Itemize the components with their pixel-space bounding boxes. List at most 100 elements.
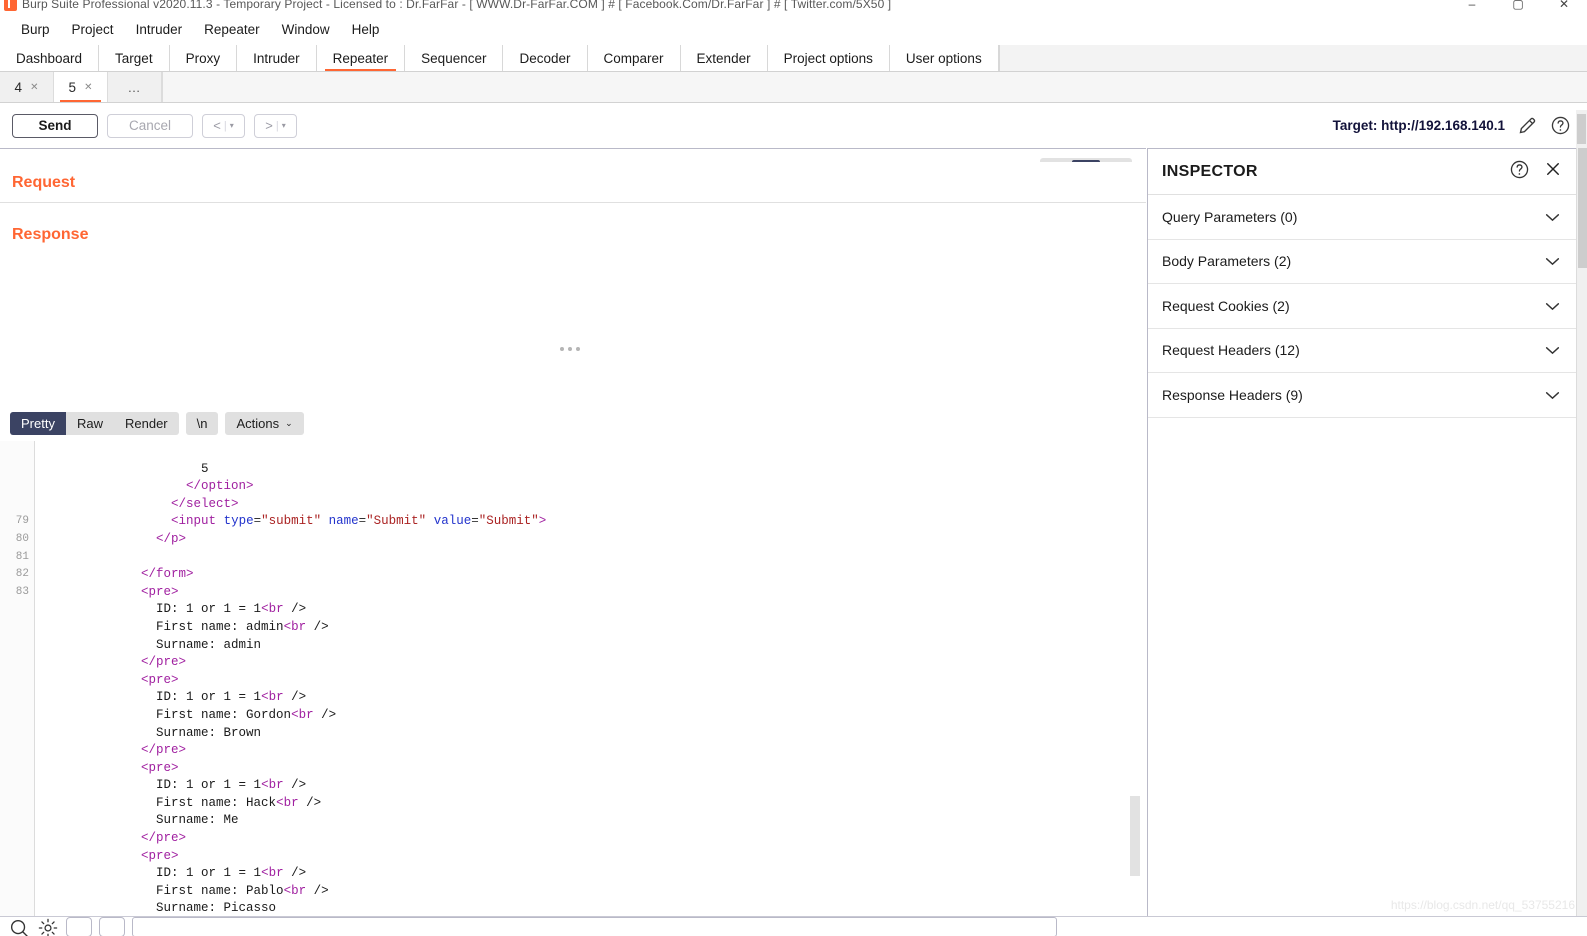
- window-scrollbar[interactable]: [1576, 148, 1587, 936]
- code-token: />: [283, 778, 307, 793]
- tab-target[interactable]: Target: [99, 45, 170, 71]
- repeater-tab-overflow[interactable]: …: [108, 72, 162, 102]
- question-circle-icon[interactable]: [1550, 115, 1571, 136]
- inspector-section-body-parameters[interactable]: Body Parameters (2): [1148, 240, 1576, 284]
- code-line: First name: Hack<br />: [36, 795, 1126, 813]
- code-line: <input type="submit" name="Submit" value…: [36, 513, 1126, 531]
- menu-intruder[interactable]: Intruder: [125, 18, 194, 41]
- prev-match-button[interactable]: [66, 917, 92, 936]
- chevron-down-icon[interactable]: [1545, 387, 1560, 403]
- tab-user-options[interactable]: User options: [889, 45, 999, 71]
- gear-icon[interactable]: [37, 917, 59, 936]
- code-token: <pre>: [141, 760, 179, 775]
- code-token: <br: [283, 619, 307, 634]
- tab-sequencer[interactable]: Sequencer: [405, 45, 504, 71]
- code-token: <pre>: [141, 584, 179, 599]
- line-number: [0, 461, 29, 479]
- close-icon[interactable]: ✕: [30, 82, 38, 93]
- inspector-section-request-headers[interactable]: Request Headers (12): [1148, 329, 1576, 373]
- inspector-section-response-headers[interactable]: Response Headers (9): [1148, 373, 1576, 418]
- tab-intruder[interactable]: Intruder: [237, 45, 317, 71]
- code-line: Surname: Brown: [36, 725, 1126, 743]
- repeater-tab-4[interactable]: 4 ✕: [0, 72, 54, 102]
- line-number: 80: [15, 532, 29, 545]
- history-back-button[interactable]: < | ▾: [202, 113, 245, 138]
- code-token: <br: [261, 866, 284, 881]
- tab-comparer[interactable]: Comparer: [587, 45, 681, 71]
- menu-project[interactable]: Project: [61, 18, 125, 41]
- tab-dashboard[interactable]: Dashboard: [0, 45, 100, 71]
- code-line: <pre>: [36, 848, 1126, 866]
- code-line: Surname: Me: [36, 812, 1126, 830]
- code-line: </form>: [36, 566, 1126, 584]
- repeater-tab-4-label: 4: [14, 79, 23, 95]
- burp-logo-icon: [4, 0, 17, 11]
- maximize-button[interactable]: ▢: [1495, 0, 1541, 13]
- chevron-down-icon[interactable]: [1545, 298, 1560, 314]
- menu-window[interactable]: Window: [271, 18, 341, 41]
- scrollbar-thumb[interactable]: [1577, 114, 1586, 144]
- watermark: https://blog.csdn.net/qq_53755216: [1390, 898, 1575, 912]
- repeater-tab-5[interactable]: 5 ✕: [54, 72, 108, 102]
- code-token: <br: [291, 707, 314, 722]
- code-token: </form>: [141, 567, 194, 582]
- scrollbar-thumb[interactable]: [1130, 796, 1140, 876]
- editor-pane: Request Response Pretty Raw Render \n Ac…: [0, 148, 1146, 936]
- code-token: </pre>: [141, 831, 187, 846]
- menu-repeater[interactable]: Repeater: [193, 18, 271, 41]
- code-line: <pre>: [36, 584, 1126, 602]
- inspector-section-query-parameters[interactable]: Query Parameters (0): [1148, 195, 1576, 240]
- inspector-header: INSPECTOR: [1148, 149, 1576, 195]
- next-match-button[interactable]: [99, 917, 125, 936]
- search-input[interactable]: [132, 917, 1057, 936]
- pane-drag-handle[interactable]: [560, 347, 580, 351]
- menu-help[interactable]: Help: [341, 18, 391, 41]
- main-tab-bar: Dashboard Target Proxy Intruder Repeater…: [0, 45, 1587, 72]
- response-code-body[interactable]: 5 </option> </select> <input type="submi…: [36, 441, 1126, 936]
- line-number: [0, 725, 29, 743]
- repeater-tab-5-label: 5: [68, 79, 77, 95]
- chevron-down-icon[interactable]: [1545, 253, 1560, 269]
- chevron-down-icon[interactable]: [1545, 342, 1560, 358]
- search-circle-icon[interactable]: [8, 917, 30, 936]
- pencil-icon[interactable]: [1517, 115, 1538, 136]
- response-code-view[interactable]: 7980818283848586 5 </option> </select> <…: [0, 441, 1146, 936]
- question-circle-icon[interactable]: [1509, 159, 1530, 185]
- line-number: [0, 637, 29, 655]
- line-number: [0, 601, 29, 619]
- code-vertical-scrollbar[interactable]: [1130, 441, 1140, 936]
- minimize-button[interactable]: –: [1449, 0, 1495, 13]
- history-forward-button[interactable]: > | ▾: [254, 113, 297, 138]
- send-button[interactable]: Send: [12, 113, 98, 138]
- format-tab-raw[interactable]: Raw: [66, 412, 114, 435]
- scrollbar-thumb[interactable]: [1578, 148, 1587, 268]
- format-tab-render[interactable]: Render: [114, 412, 179, 435]
- response-section-title: Response: [0, 216, 1146, 254]
- tab-repeater[interactable]: Repeater: [316, 45, 406, 71]
- code-token: Surname: admin: [156, 637, 262, 652]
- menu-burp[interactable]: Burp: [10, 18, 61, 41]
- tab-extender[interactable]: Extender: [680, 45, 768, 71]
- close-icon[interactable]: [1544, 160, 1562, 183]
- target-label: Target: http://192.168.140.1: [1332, 118, 1505, 133]
- code-token: name: [328, 514, 359, 529]
- close-icon[interactable]: ✕: [84, 82, 92, 93]
- actions-menu-button[interactable]: Actions ⌄: [225, 412, 304, 435]
- inspector-section-request-cookies[interactable]: Request Cookies (2): [1148, 284, 1576, 329]
- tab-proxy[interactable]: Proxy: [169, 45, 238, 71]
- response-format-bar: Pretty Raw Render \n Actions ⌄: [10, 412, 304, 435]
- cancel-button[interactable]: Cancel: [107, 113, 193, 138]
- newline-toggle[interactable]: \n: [185, 412, 219, 435]
- code-line: </pre>: [36, 654, 1126, 672]
- format-tab-pretty[interactable]: Pretty: [10, 412, 66, 435]
- window-scrollbar-top[interactable]: [1576, 110, 1587, 148]
- chevron-down-icon[interactable]: [1545, 209, 1560, 225]
- code-token: <input: [171, 514, 217, 529]
- tab-decoder[interactable]: Decoder: [503, 45, 588, 71]
- code-token: First name: Hack: [156, 795, 277, 810]
- close-button[interactable]: ✕: [1541, 0, 1587, 13]
- repeater-action-bar: Send Cancel < | ▾ > | ▾ Target: http://1…: [0, 103, 1587, 148]
- tab-project-options[interactable]: Project options: [767, 45, 890, 71]
